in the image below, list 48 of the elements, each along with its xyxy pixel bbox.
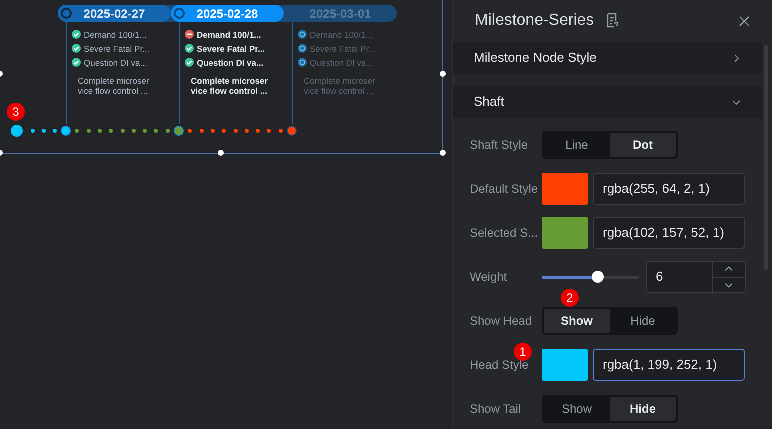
milestone-node[interactable] xyxy=(287,126,297,136)
resize-handle[interactable] xyxy=(440,71,446,77)
task-label: Demand 100/1... xyxy=(84,30,147,40)
segment-option[interactable]: Hide xyxy=(610,309,676,333)
color-input[interactable]: rgba(255, 64, 2, 1) xyxy=(593,173,745,205)
color-input[interactable]: rgba(102, 157, 52, 1) xyxy=(593,217,745,249)
close-icon[interactable] xyxy=(739,16,750,26)
node-ring-icon xyxy=(61,8,72,19)
milestone-node[interactable] xyxy=(61,126,71,136)
resize-handle[interactable] xyxy=(218,150,224,156)
color-swatch[interactable] xyxy=(542,349,588,381)
task-label: Demand 100/1... xyxy=(310,30,373,40)
chevron-right-icon xyxy=(732,54,741,62)
field-label: Default Style xyxy=(470,181,540,198)
segment-option[interactable]: Hide xyxy=(610,397,676,421)
milestone-node[interactable] xyxy=(174,126,184,136)
segment-option[interactable]: Line xyxy=(544,133,610,157)
milestone-description: Complete microser vice flow control ... xyxy=(191,76,269,96)
resize-handle[interactable] xyxy=(440,150,446,156)
task-label: Severe Fatal Pr... xyxy=(84,44,150,54)
segment-option[interactable]: Show xyxy=(544,309,610,333)
task-label: Question DI va... xyxy=(310,58,374,68)
callout-badge: 3 xyxy=(7,103,25,121)
color-swatch[interactable] xyxy=(542,217,588,249)
node-ring-icon xyxy=(174,8,185,19)
field-label: Show Head xyxy=(470,313,534,330)
chevron-down-icon xyxy=(732,98,741,106)
segment-option[interactable]: Dot xyxy=(610,133,676,157)
segment-option[interactable]: Show xyxy=(544,397,610,421)
panel-title: Milestone-Series xyxy=(475,11,594,31)
section-header[interactable]: Milestone Node Style xyxy=(453,42,762,74)
color-input[interactable]: rgba(1, 199, 252, 1) xyxy=(593,349,745,381)
date-tab[interactable]: 2025-02-27 xyxy=(58,5,171,22)
field-label: Weight xyxy=(470,269,508,286)
milestone-description: Complete microser vice flow control ... xyxy=(304,76,376,96)
field-label: Shaft Style xyxy=(470,137,530,154)
task-label: Question DI va... xyxy=(197,58,264,68)
slider-thumb[interactable] xyxy=(592,271,604,283)
task-label: Severe Fatal Pr... xyxy=(310,44,376,54)
task-label: Question DI va... xyxy=(84,58,148,68)
task-label: Severe Fatal Pr... xyxy=(197,44,266,54)
color-swatch[interactable] xyxy=(542,173,588,205)
document-help-icon[interactable] xyxy=(606,13,620,29)
task-label: Demand 100/1... xyxy=(197,30,262,40)
field-label: Show Tail xyxy=(470,401,522,418)
field-label: Selected S... xyxy=(470,225,540,242)
section-header[interactable]: Shaft xyxy=(453,86,762,118)
milestone-description: Complete microser vice flow control ... xyxy=(78,76,150,96)
